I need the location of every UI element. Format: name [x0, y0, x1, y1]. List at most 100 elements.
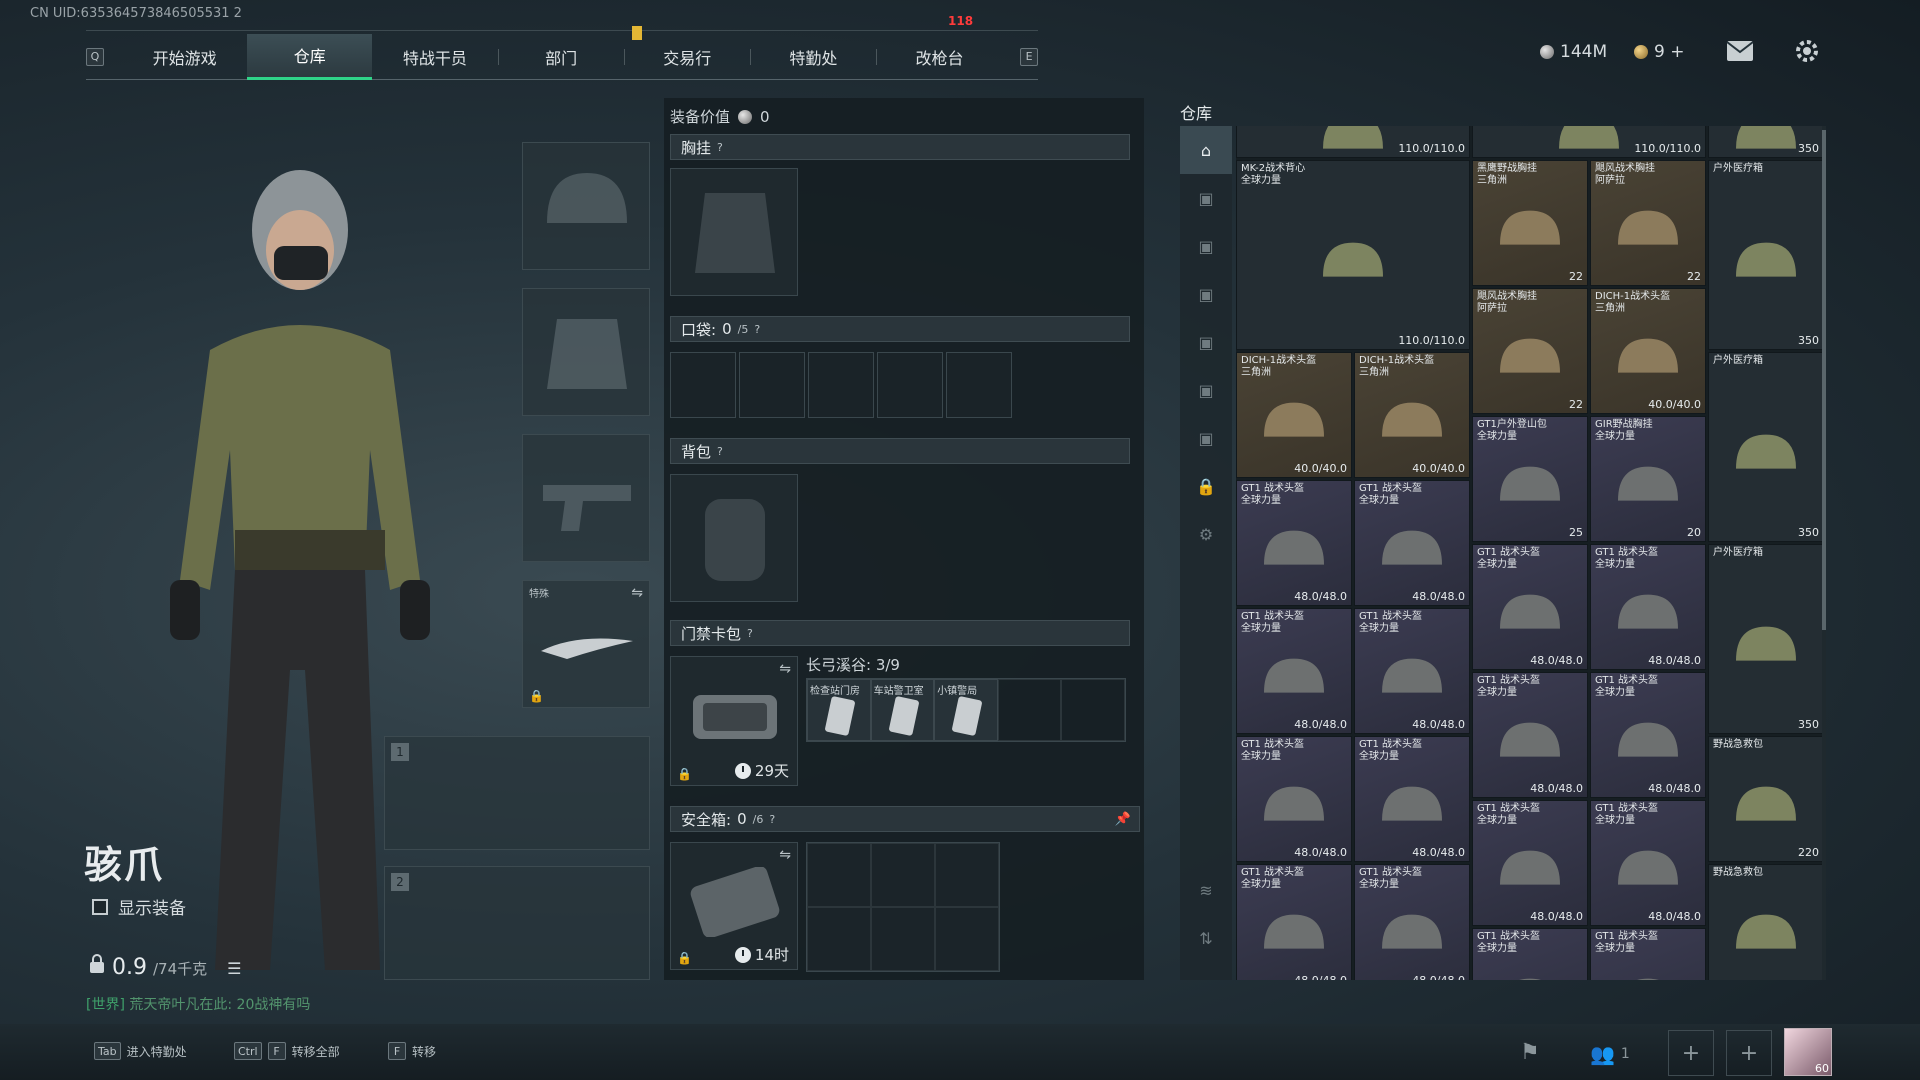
warehouse-item[interactable]: DICH-1战术头盔 三角洲 40.0/40.0 — [1590, 288, 1706, 414]
warehouse-item[interactable]: 飓风战术胸挂 阿萨拉 22 — [1590, 160, 1706, 286]
warehouse-item[interactable]: GT1 战术头盔全球力量48.0/48.0 — [1472, 544, 1588, 670]
warehouse-item[interactable]: GT1 战术头盔全球力量48.0/48.0 — [1236, 864, 1352, 980]
storage-tab-icon[interactable]: ▣ — [1180, 174, 1232, 222]
safebox-cell[interactable] — [807, 907, 871, 971]
warehouse-item[interactable]: GT1 战术头盔全球力量48.0/48.0 — [1354, 736, 1470, 862]
warehouse-item[interactable]: MK-2战术背心 全球力量 110.0/110.0 — [1236, 160, 1470, 350]
mail-icon[interactable] — [1726, 40, 1754, 66]
warehouse-item[interactable]: 户外医疗箱 350 — [1708, 352, 1824, 542]
helmet-slot[interactable] — [522, 142, 650, 270]
warehouse-item[interactable]: 110.0/110.0 — [1236, 126, 1470, 158]
hint-transfer[interactable]: F 转移 — [388, 1042, 436, 1060]
tab-trade[interactable]: 交易行 — [625, 34, 750, 80]
warehouse-home-icon[interactable]: ⌂ — [1180, 126, 1232, 174]
silver-currency[interactable]: 144M — [1540, 42, 1607, 62]
friends[interactable]: 👥 1 — [1590, 1042, 1630, 1066]
keycard-item[interactable]: 小镇警局 — [934, 679, 998, 741]
hint-transfer-all[interactable]: Ctrl F 转移全部 — [234, 1042, 340, 1060]
storage-tab-icon[interactable]: ▣ — [1180, 318, 1232, 366]
lock-icon[interactable]: 🔒 — [1180, 462, 1232, 510]
flag-icon[interactable]: ⚑ — [1520, 1040, 1540, 1065]
pocket-slot[interactable] — [808, 352, 874, 418]
avatar[interactable]: 60 — [1784, 1028, 1832, 1076]
safebox-cell[interactable] — [935, 907, 999, 971]
nav-prev-key[interactable]: Q — [86, 47, 104, 66]
weapon-slot-2[interactable]: 2 — [384, 866, 650, 980]
warehouse-item[interactable]: 野战急救包 — [1708, 864, 1824, 980]
warehouse-item[interactable]: 350 — [1708, 126, 1824, 158]
list-icon[interactable]: ☰ — [227, 959, 241, 978]
warehouse-item[interactable]: GT1 战术头盔全球力量48.0/48.0 — [1354, 480, 1470, 606]
backpack-slot[interactable] — [670, 474, 798, 602]
warehouse-item[interactable]: DICH-1战术头盔 三角洲 40.0/40.0 — [1236, 352, 1352, 478]
warehouse-item[interactable]: 飓风战术胸挂 阿萨拉 22 — [1472, 288, 1588, 414]
keycard-item[interactable]: 车站警卫室 — [870, 679, 935, 741]
safebox-cell[interactable] — [935, 843, 999, 907]
sidearm-slot[interactable] — [522, 434, 650, 562]
warehouse-item[interactable]: GT1 战术头盔全球力量48.0/48.0 — [1590, 800, 1706, 926]
storage-tab-icon[interactable]: ▣ — [1180, 222, 1232, 270]
hint-special-service[interactable]: Tab 进入特勤处 — [94, 1042, 187, 1060]
warehouse-item[interactable]: GT1 战术头盔全球力量48.0/48.0 — [1236, 608, 1352, 734]
show-equipment-checkbox[interactable] — [92, 898, 108, 915]
add-teammate-button[interactable]: + — [1726, 1030, 1772, 1076]
help-icon[interactable]: ? — [754, 323, 760, 336]
help-icon[interactable]: ? — [717, 141, 723, 154]
tab-gunsmith[interactable]: 改枪台 — [877, 34, 1002, 80]
warehouse-item[interactable]: GIR野战胸挂 全球力量 20 — [1590, 416, 1706, 542]
warehouse-item[interactable]: GT1 战术头盔全球力量48.0/48.0 — [1236, 736, 1352, 862]
swap-icon[interactable]: ⇋ — [631, 585, 643, 601]
storage-tab-icon[interactable]: ▣ — [1180, 270, 1232, 318]
keycard-item[interactable]: 检查站门房 — [807, 679, 871, 741]
help-icon[interactable]: ? — [747, 627, 753, 640]
warehouse-item[interactable]: GT1 战术头盔全球力量48.0/48.0 — [1472, 672, 1588, 798]
storage-tab-icon[interactable]: ▣ — [1180, 366, 1232, 414]
nav-next-key[interactable]: E — [1020, 47, 1039, 66]
help-icon[interactable]: ? — [769, 813, 775, 826]
tab-operators[interactable]: 特战干员 — [372, 34, 497, 80]
layers-icon[interactable]: ≋ — [1180, 866, 1232, 914]
warehouse-item[interactable]: GT1 战术头盔全球力量48.0/48.0 — [1590, 544, 1706, 670]
warehouse-item[interactable]: GT1 战术头盔全球力量48.0/48.0 — [1590, 672, 1706, 798]
tab-start-game[interactable]: 开始游戏 — [122, 34, 247, 80]
warehouse-item[interactable]: GT1户外登山包 全球力量 25 — [1472, 416, 1588, 542]
weapon-slot-1[interactable]: 1 — [384, 736, 650, 850]
warehouse-item[interactable]: GT1 战术头盔全球力量48.0/48.0 — [1236, 480, 1352, 606]
warehouse-item[interactable]: 户外医疗箱 350 — [1708, 544, 1824, 734]
swap-icon[interactable]: ⇋ — [779, 661, 791, 677]
world-chat[interactable]: [世界] 荒天帝叶凡在此: 20战神有吗 — [86, 994, 310, 1014]
tab-department[interactable]: 部门 — [498, 34, 623, 80]
sort-icon[interactable]: ⇅ — [1180, 914, 1232, 962]
safebox-cell[interactable] — [871, 907, 935, 971]
warehouse-item[interactable]: GT1 战术头盔全球力量48.0/48.0 — [1354, 608, 1470, 734]
keycard-case-slot[interactable]: ⇋ 🔒 29天 — [670, 656, 798, 786]
help-icon[interactable]: ? — [717, 445, 723, 458]
pocket-slot[interactable] — [739, 352, 805, 418]
chest-rig-slot[interactable] — [670, 168, 798, 296]
pin-icon[interactable]: 📌 — [1115, 812, 1131, 827]
pocket-slot[interactable] — [877, 352, 943, 418]
warehouse-item[interactable]: GT1 战术头盔全球力量48.0/48.0 — [1472, 800, 1588, 926]
safebox-slot[interactable]: ⇋ 🔒 14时 — [670, 842, 798, 970]
swap-icon[interactable]: ⇋ — [779, 847, 791, 863]
add-teammate-button[interactable]: + — [1668, 1030, 1714, 1076]
melee-slot[interactable]: 特殊 ⇋ 🔒 — [522, 580, 650, 708]
warehouse-item[interactable]: GT1 战术头盔全球力量48.0/48.0 — [1354, 864, 1470, 980]
pocket-slot[interactable] — [946, 352, 1012, 418]
pocket-slot[interactable] — [670, 352, 736, 418]
armor-slot[interactable] — [522, 288, 650, 416]
tab-warehouse[interactable]: 仓库 — [247, 33, 373, 80]
warehouse-item[interactable]: GT1 战术头盔全球力量48.0/48.0 — [1590, 928, 1706, 980]
warehouse-item[interactable]: 110.0/110.0 — [1472, 126, 1706, 158]
storage-tab-icon[interactable]: ▣ — [1180, 414, 1232, 462]
warehouse-item[interactable]: 野战急救包 220 — [1708, 736, 1824, 862]
gold-currency[interactable]: 9 + — [1634, 42, 1684, 62]
keycard-empty[interactable] — [1061, 679, 1125, 741]
warehouse-item[interactable]: DICH-1战术头盔 三角洲 40.0/40.0 — [1354, 352, 1470, 478]
warehouse-item[interactable]: 户外医疗箱 350 — [1708, 160, 1824, 350]
warehouse-item[interactable]: 黑鹰野战胸挂 三角洲 22 — [1472, 160, 1588, 286]
safebox-cell[interactable] — [807, 843, 871, 907]
safebox-cell[interactable] — [871, 843, 935, 907]
keycard-empty[interactable] — [997, 679, 1062, 741]
warehouse-scroll-thumb[interactable] — [1822, 130, 1826, 630]
